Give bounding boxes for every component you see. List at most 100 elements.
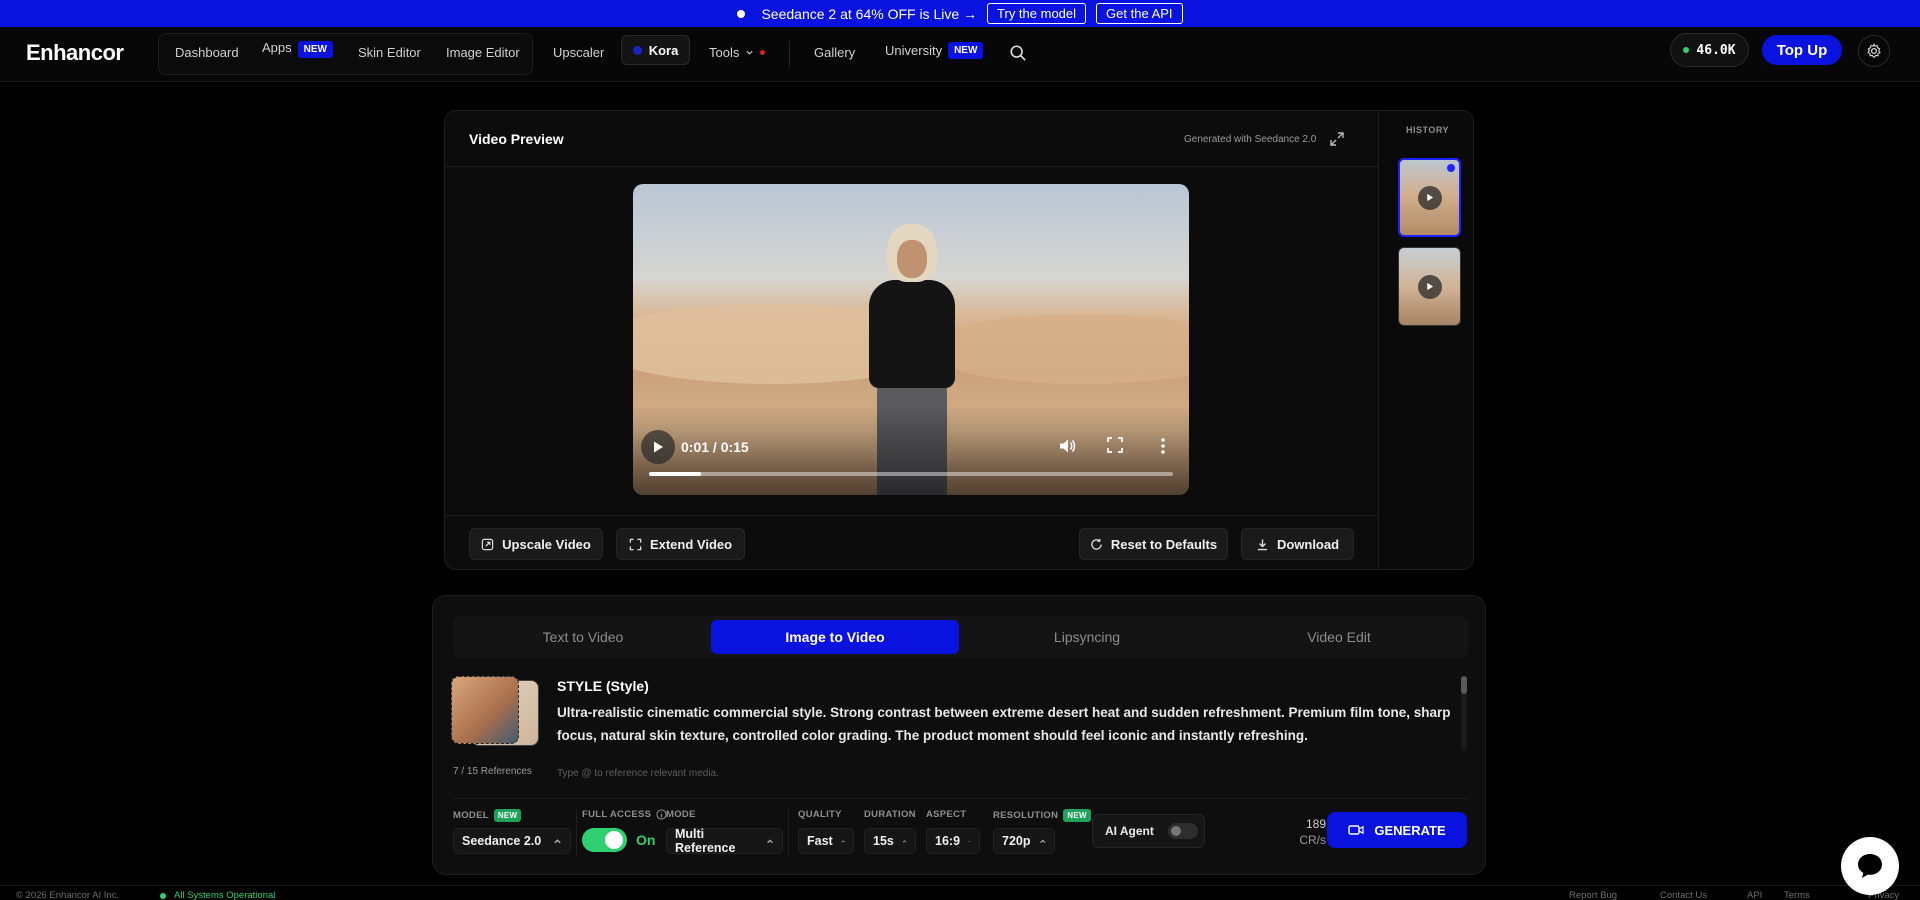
history-thumbnail[interactable] <box>1398 247 1461 326</box>
promo-bar: Seedance 2 at 64% OFF is Live → Try the … <box>0 0 1920 27</box>
full-access-label: FULL ACCESS <box>582 809 667 820</box>
chat-bubble-icon <box>1858 854 1882 878</box>
cost-value: 189 <box>1305 817 1326 831</box>
extend-video-button[interactable]: Extend Video <box>616 528 745 560</box>
nav-upscaler[interactable]: Upscaler <box>553 45 604 60</box>
upscale-video-button[interactable]: Upscale Video <box>469 528 603 560</box>
history-title: HISTORY <box>1405 125 1449 135</box>
nav-gallery[interactable]: Gallery <box>814 45 855 60</box>
footer-report-bug[interactable]: Report Bug <box>1569 890 1617 900</box>
nav-kora-label: Kora <box>648 42 679 58</box>
tab-lipsyncing[interactable]: Lipsyncing <box>963 620 1211 654</box>
chevron-up-icon <box>554 838 561 843</box>
tab-text-to-video[interactable]: Text to Video <box>459 620 707 654</box>
resolution-select[interactable]: 720p <box>993 828 1055 854</box>
video-player[interactable]: 0:01 / 0:15 <box>633 184 1189 495</box>
video-preview-card: Video Preview Generated with Seedance 2.… <box>444 110 1474 570</box>
status-dot-icon <box>1683 47 1690 53</box>
try-model-button[interactable]: Try the model <box>987 3 1087 24</box>
credits-badge[interactable]: 46.0K <box>1670 33 1749 67</box>
search-icon[interactable] <box>1009 44 1027 62</box>
history-panel: HISTORY <box>1378 111 1473 569</box>
nav-skin-editor[interactable]: Skin Editor <box>358 45 421 60</box>
quality-label: QUALITY <box>798 809 842 820</box>
more-options-icon[interactable] <box>1154 436 1172 456</box>
mode-select[interactable]: Multi Reference <box>666 827 783 855</box>
chevron-up-icon <box>902 839 907 843</box>
cost-unit: CR/s <box>1299 833 1326 847</box>
prompt-hint: Type @ to reference relevant media. <box>557 768 719 779</box>
footer-terms[interactable]: Terms <box>1784 890 1810 900</box>
video-progress-fill <box>649 472 702 476</box>
chat-button[interactable] <box>1841 837 1899 895</box>
chevron-up-icon <box>767 839 773 843</box>
promo-text: Seedance 2 at 64% OFF is Live → <box>761 5 978 22</box>
chevron-up-icon <box>968 840 971 842</box>
video-progress-bar[interactable] <box>649 472 1173 476</box>
reference-image <box>451 676 519 744</box>
video-time: 0:01 / 0:15 <box>681 439 749 455</box>
download-icon <box>1257 538 1268 550</box>
model-value: Seedance 2.0 <box>462 834 542 848</box>
prompt-scrollbar[interactable] <box>1461 676 1467 750</box>
reset-icon <box>1091 538 1102 550</box>
volume-icon[interactable] <box>1057 436 1077 456</box>
nav-tools[interactable]: Tools <box>709 45 766 60</box>
aspect-value: 16:9 <box>935 834 961 848</box>
footer-api[interactable]: API <box>1747 890 1762 900</box>
nav-dashboard[interactable]: Dashboard <box>175 45 239 60</box>
full-access-value: On <box>636 832 656 848</box>
cost-display: 189 CR/s <box>1268 816 1326 848</box>
preview-actions: Upscale Video Extend Video Reset to Defa… <box>445 515 1378 569</box>
download-button[interactable]: Download <box>1241 528 1354 560</box>
duration-value: 15s <box>873 834 894 848</box>
download-label: Download <box>1276 536 1340 552</box>
extend-video-label: Extend Video <box>649 536 733 552</box>
selected-dot-icon <box>1447 164 1455 172</box>
history-thumbnail[interactable] <box>1398 158 1461 237</box>
generate-button[interactable]: GENERATE <box>1327 812 1467 848</box>
generated-with-label: Generated with Seedance 2.0 <box>1184 134 1317 145</box>
upscale-video-label: Upscale Video <box>502 536 591 552</box>
tab-video-edit[interactable]: Video Edit <box>1215 620 1463 654</box>
nav-university-label: University <box>885 43 943 58</box>
aspect-select[interactable]: 16:9 <box>926 828 980 854</box>
nav-kora[interactable]: Kora <box>621 35 690 65</box>
duration-label: DURATION <box>864 809 916 820</box>
new-badge: NEW <box>297 41 333 58</box>
model-select[interactable]: Seedance 2.0 <box>453 828 571 854</box>
nav-university[interactable]: University NEW <box>885 42 984 59</box>
new-badge: NEW <box>493 809 522 822</box>
chevron-down-icon <box>746 50 754 55</box>
nav-tools-label: Tools <box>709 45 740 60</box>
generator-panel: Text to Video Image to Video Lipsyncing … <box>432 595 1486 875</box>
settings-button[interactable] <box>1858 35 1890 67</box>
reference-images[interactable] <box>451 676 541 746</box>
notification-dot-icon <box>760 50 766 55</box>
expand-icon[interactable] <box>1329 131 1345 147</box>
quality-select[interactable]: Fast <box>798 828 854 854</box>
resolution-value: 720p <box>1002 834 1031 848</box>
duration-select[interactable]: 15s <box>864 828 916 854</box>
footer: © 2026 Enhancor AI Inc. All Systems Oper… <box>0 885 1920 900</box>
tab-image-to-video[interactable]: Image to Video <box>711 620 959 654</box>
get-api-button[interactable]: Get the API <box>1096 3 1183 24</box>
play-icon <box>1417 185 1442 210</box>
upscale-icon <box>481 538 494 550</box>
nav-image-editor[interactable]: Image Editor <box>446 45 520 60</box>
play-button[interactable] <box>641 430 675 464</box>
live-dot-icon <box>737 9 746 18</box>
full-access-toggle[interactable] <box>582 828 627 852</box>
ai-agent-toggle[interactable]: AI Agent <box>1092 814 1205 848</box>
nav-apps[interactable]: Apps NEW <box>262 40 333 58</box>
top-up-button[interactable]: Top Up <box>1762 35 1842 65</box>
ai-agent-switch[interactable] <box>1167 823 1198 839</box>
model-label: MODEL NEW <box>453 809 522 822</box>
preview-header: Video Preview Generated with Seedance 2.… <box>445 111 1378 167</box>
prompt-text[interactable]: Ultra-realistic cinematic commercial sty… <box>557 701 1467 747</box>
reset-defaults-button[interactable]: Reset to Defaults <box>1079 528 1228 560</box>
system-status[interactable]: All Systems Operational <box>174 890 275 900</box>
fullscreen-icon[interactable] <box>1106 436 1124 454</box>
new-badge: NEW <box>1063 809 1091 822</box>
footer-contact-us[interactable]: Contact Us <box>1660 890 1707 900</box>
